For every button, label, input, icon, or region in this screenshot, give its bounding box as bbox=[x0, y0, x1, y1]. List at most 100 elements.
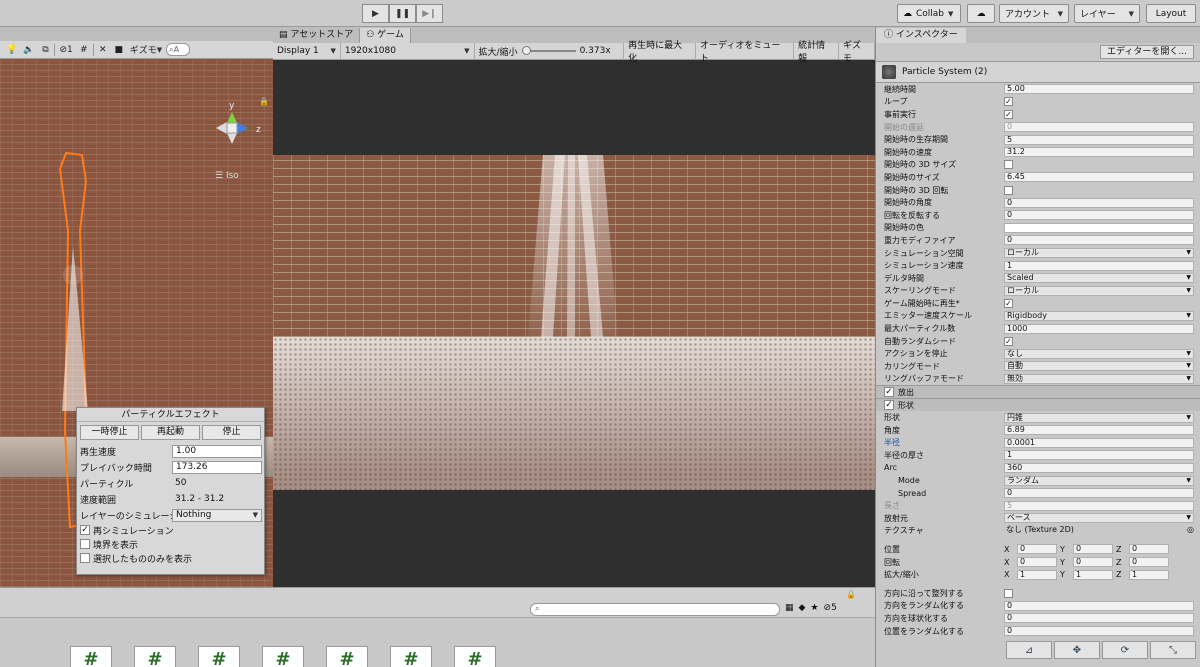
section-emission[interactable]: ✓ 放出 bbox=[876, 385, 1200, 399]
playback-speed-field[interactable]: 1.00 bbox=[172, 444, 262, 458]
property-dropdown[interactable]: ランダム ▼ bbox=[1004, 475, 1194, 486]
axis-field[interactable]: 0 bbox=[1129, 544, 1169, 555]
section-shape[interactable]: ✓ 形状 bbox=[876, 398, 1200, 412]
asset-thumbnail[interactable]: # bbox=[70, 646, 112, 667]
property-field[interactable]: 5.00 bbox=[1004, 84, 1194, 95]
scale-slider-thumb[interactable] bbox=[521, 46, 531, 55]
property-field[interactable]: 0.0001 bbox=[1004, 437, 1194, 448]
mute-audio-toggle[interactable]: オーディオをミュート bbox=[696, 41, 795, 64]
game-gizmos-dropdown[interactable]: ギズモ bbox=[839, 41, 875, 64]
axis-field[interactable]: 0 bbox=[1073, 544, 1113, 555]
project-search-input[interactable]: ⌕ bbox=[530, 603, 780, 616]
property-dropdown[interactable]: ベース ▼ bbox=[1004, 513, 1194, 524]
asset-thumbnail[interactable]: # bbox=[198, 646, 240, 667]
axis-field[interactable]: 0 bbox=[1129, 557, 1169, 568]
property-field[interactable]: 360 bbox=[1004, 462, 1194, 473]
axis-field[interactable]: 0 bbox=[1017, 544, 1057, 555]
star-icon[interactable]: ★ bbox=[810, 603, 818, 613]
resimulate-option[interactable]: ✓ 再シミュレーション bbox=[77, 523, 264, 537]
show-selected-checkbox[interactable] bbox=[80, 553, 90, 563]
step-button[interactable]: ▶❙ bbox=[416, 4, 443, 23]
asset-thumbnail[interactable]: # bbox=[134, 646, 176, 667]
property-checkbox[interactable] bbox=[1004, 160, 1013, 170]
asset-thumbnail[interactable]: # bbox=[262, 646, 304, 667]
tools-icon[interactable]: ✕ bbox=[96, 43, 110, 57]
cloud-button[interactable]: ☁ bbox=[967, 4, 995, 23]
stop-particles-button[interactable]: 停止 bbox=[202, 425, 261, 440]
hidden-packages-toggle[interactable]: ⊘5 bbox=[824, 603, 837, 613]
property-checkbox[interactable]: ✓ bbox=[1004, 109, 1013, 119]
collab-button[interactable]: ☁ Collab ▼ bbox=[897, 4, 961, 23]
stats-toggle[interactable]: 統計情報 bbox=[794, 41, 840, 64]
asset-thumbnail[interactable]: # bbox=[390, 646, 432, 667]
color-field[interactable] bbox=[1004, 222, 1194, 233]
property-field[interactable]: 0 bbox=[1004, 197, 1194, 208]
lock-icon[interactable]: 🔒 bbox=[846, 590, 856, 599]
edit-shape-button[interactable]: ⊿ bbox=[1006, 641, 1052, 659]
show-bounds-checkbox[interactable] bbox=[80, 539, 90, 549]
grid-icon[interactable]: # bbox=[77, 43, 91, 57]
property-checkbox[interactable]: ✓ bbox=[1004, 97, 1013, 107]
layers-dropdown[interactable]: レイヤー ▼ bbox=[1074, 4, 1140, 23]
axis-field[interactable]: 1 bbox=[1073, 569, 1113, 580]
property-dropdown[interactable]: Rigidbody ▼ bbox=[1004, 310, 1194, 321]
property-checkbox[interactable] bbox=[1004, 185, 1013, 195]
play-button[interactable]: ▶ bbox=[362, 4, 389, 23]
object-picker-icon[interactable]: ◎ bbox=[1187, 525, 1194, 536]
pause-button[interactable]: ❚❚ bbox=[389, 4, 416, 23]
property-checkbox[interactable] bbox=[1004, 588, 1013, 598]
layout-dropdown[interactable]: Layout bbox=[1146, 4, 1196, 23]
property-field[interactable]: 1 bbox=[1004, 260, 1194, 271]
axis-field[interactable]: 1 bbox=[1017, 569, 1057, 580]
property-dropdown[interactable]: ローカル ▼ bbox=[1004, 285, 1194, 296]
lightbulb-icon[interactable]: 💡 bbox=[4, 43, 19, 57]
axis-field[interactable]: 1 bbox=[1129, 569, 1169, 580]
pause-particles-button[interactable]: 一時停止 bbox=[80, 425, 139, 440]
show-selected-option[interactable]: 選択したもののみを表示 bbox=[77, 551, 264, 565]
property-dropdown[interactable]: 無効 ▼ bbox=[1004, 373, 1194, 384]
property-field[interactable]: 1 bbox=[1004, 450, 1194, 461]
move-shape-button[interactable]: ✥ bbox=[1054, 641, 1100, 659]
visibility-toggle[interactable]: ⊘ 1 bbox=[57, 43, 74, 57]
emission-checkbox[interactable]: ✓ bbox=[884, 387, 894, 398]
property-field[interactable]: 0 bbox=[1004, 600, 1194, 611]
axis-field[interactable]: 0 bbox=[1073, 557, 1113, 568]
property-field[interactable]: 1000 bbox=[1004, 323, 1194, 334]
tab-inspector[interactable]: ⓘ インスペクター bbox=[876, 28, 966, 43]
scene-gizmos-dropdown[interactable]: ギズモ ▼ bbox=[128, 43, 164, 57]
scene-search-input[interactable]: ⌕ A bbox=[166, 43, 191, 56]
asset-thumbnail[interactable]: # bbox=[454, 646, 496, 667]
game-viewport[interactable] bbox=[273, 155, 875, 490]
account-dropdown[interactable]: アカウント ▼ bbox=[999, 4, 1069, 23]
property-field[interactable]: 0 bbox=[1004, 626, 1194, 637]
playback-time-field[interactable]: 173.26 bbox=[172, 460, 262, 474]
property-field[interactable]: 0 bbox=[1004, 613, 1194, 624]
scale-slider-track[interactable] bbox=[521, 46, 576, 55]
property-dropdown[interactable]: なし ▼ bbox=[1004, 348, 1194, 359]
layer-simulation-dropdown[interactable]: Nothing ▼ bbox=[172, 508, 262, 522]
scale-shape-button[interactable]: ⤡ bbox=[1150, 641, 1196, 659]
property-field[interactable]: 6.89 bbox=[1004, 425, 1194, 436]
property-field[interactable]: 5 bbox=[1004, 500, 1194, 511]
lock-icon[interactable]: 🔒 bbox=[259, 97, 269, 106]
camera-icon[interactable]: ■ bbox=[112, 43, 126, 57]
scale-slider[interactable]: 拡大/縮小 0.373x bbox=[475, 42, 625, 60]
property-field[interactable]: 0 bbox=[1004, 122, 1194, 133]
property-field[interactable]: 31.2 bbox=[1004, 147, 1194, 158]
resolution-dropdown[interactable]: 1920x1080 ▼ bbox=[341, 42, 475, 60]
property-dropdown[interactable]: 自動 ▼ bbox=[1004, 361, 1194, 372]
restart-particles-button[interactable]: 再起動 bbox=[141, 425, 200, 440]
shape-checkbox[interactable]: ✓ bbox=[884, 400, 894, 411]
property-field[interactable]: 5 bbox=[1004, 134, 1194, 145]
property-field[interactable]: 0 bbox=[1004, 488, 1194, 499]
property-checkbox[interactable]: ✓ bbox=[1004, 336, 1013, 346]
property-field[interactable]: 0 bbox=[1004, 210, 1194, 221]
audio-icon[interactable]: 🔈 bbox=[21, 43, 36, 57]
filter-type-icon[interactable]: ▦ bbox=[785, 603, 794, 613]
property-dropdown[interactable]: 円錐 ▼ bbox=[1004, 412, 1194, 423]
projection-label[interactable]: ☰ Iso bbox=[215, 171, 239, 181]
show-bounds-option[interactable]: 境界を表示 bbox=[77, 537, 264, 551]
maximize-on-play-toggle[interactable]: 再生時に最大化 bbox=[624, 41, 696, 64]
object-field[interactable]: なし (Texture 2D) ◎ bbox=[1004, 525, 1194, 536]
tab-asset-store[interactable]: ▤ アセットストア bbox=[273, 28, 361, 43]
